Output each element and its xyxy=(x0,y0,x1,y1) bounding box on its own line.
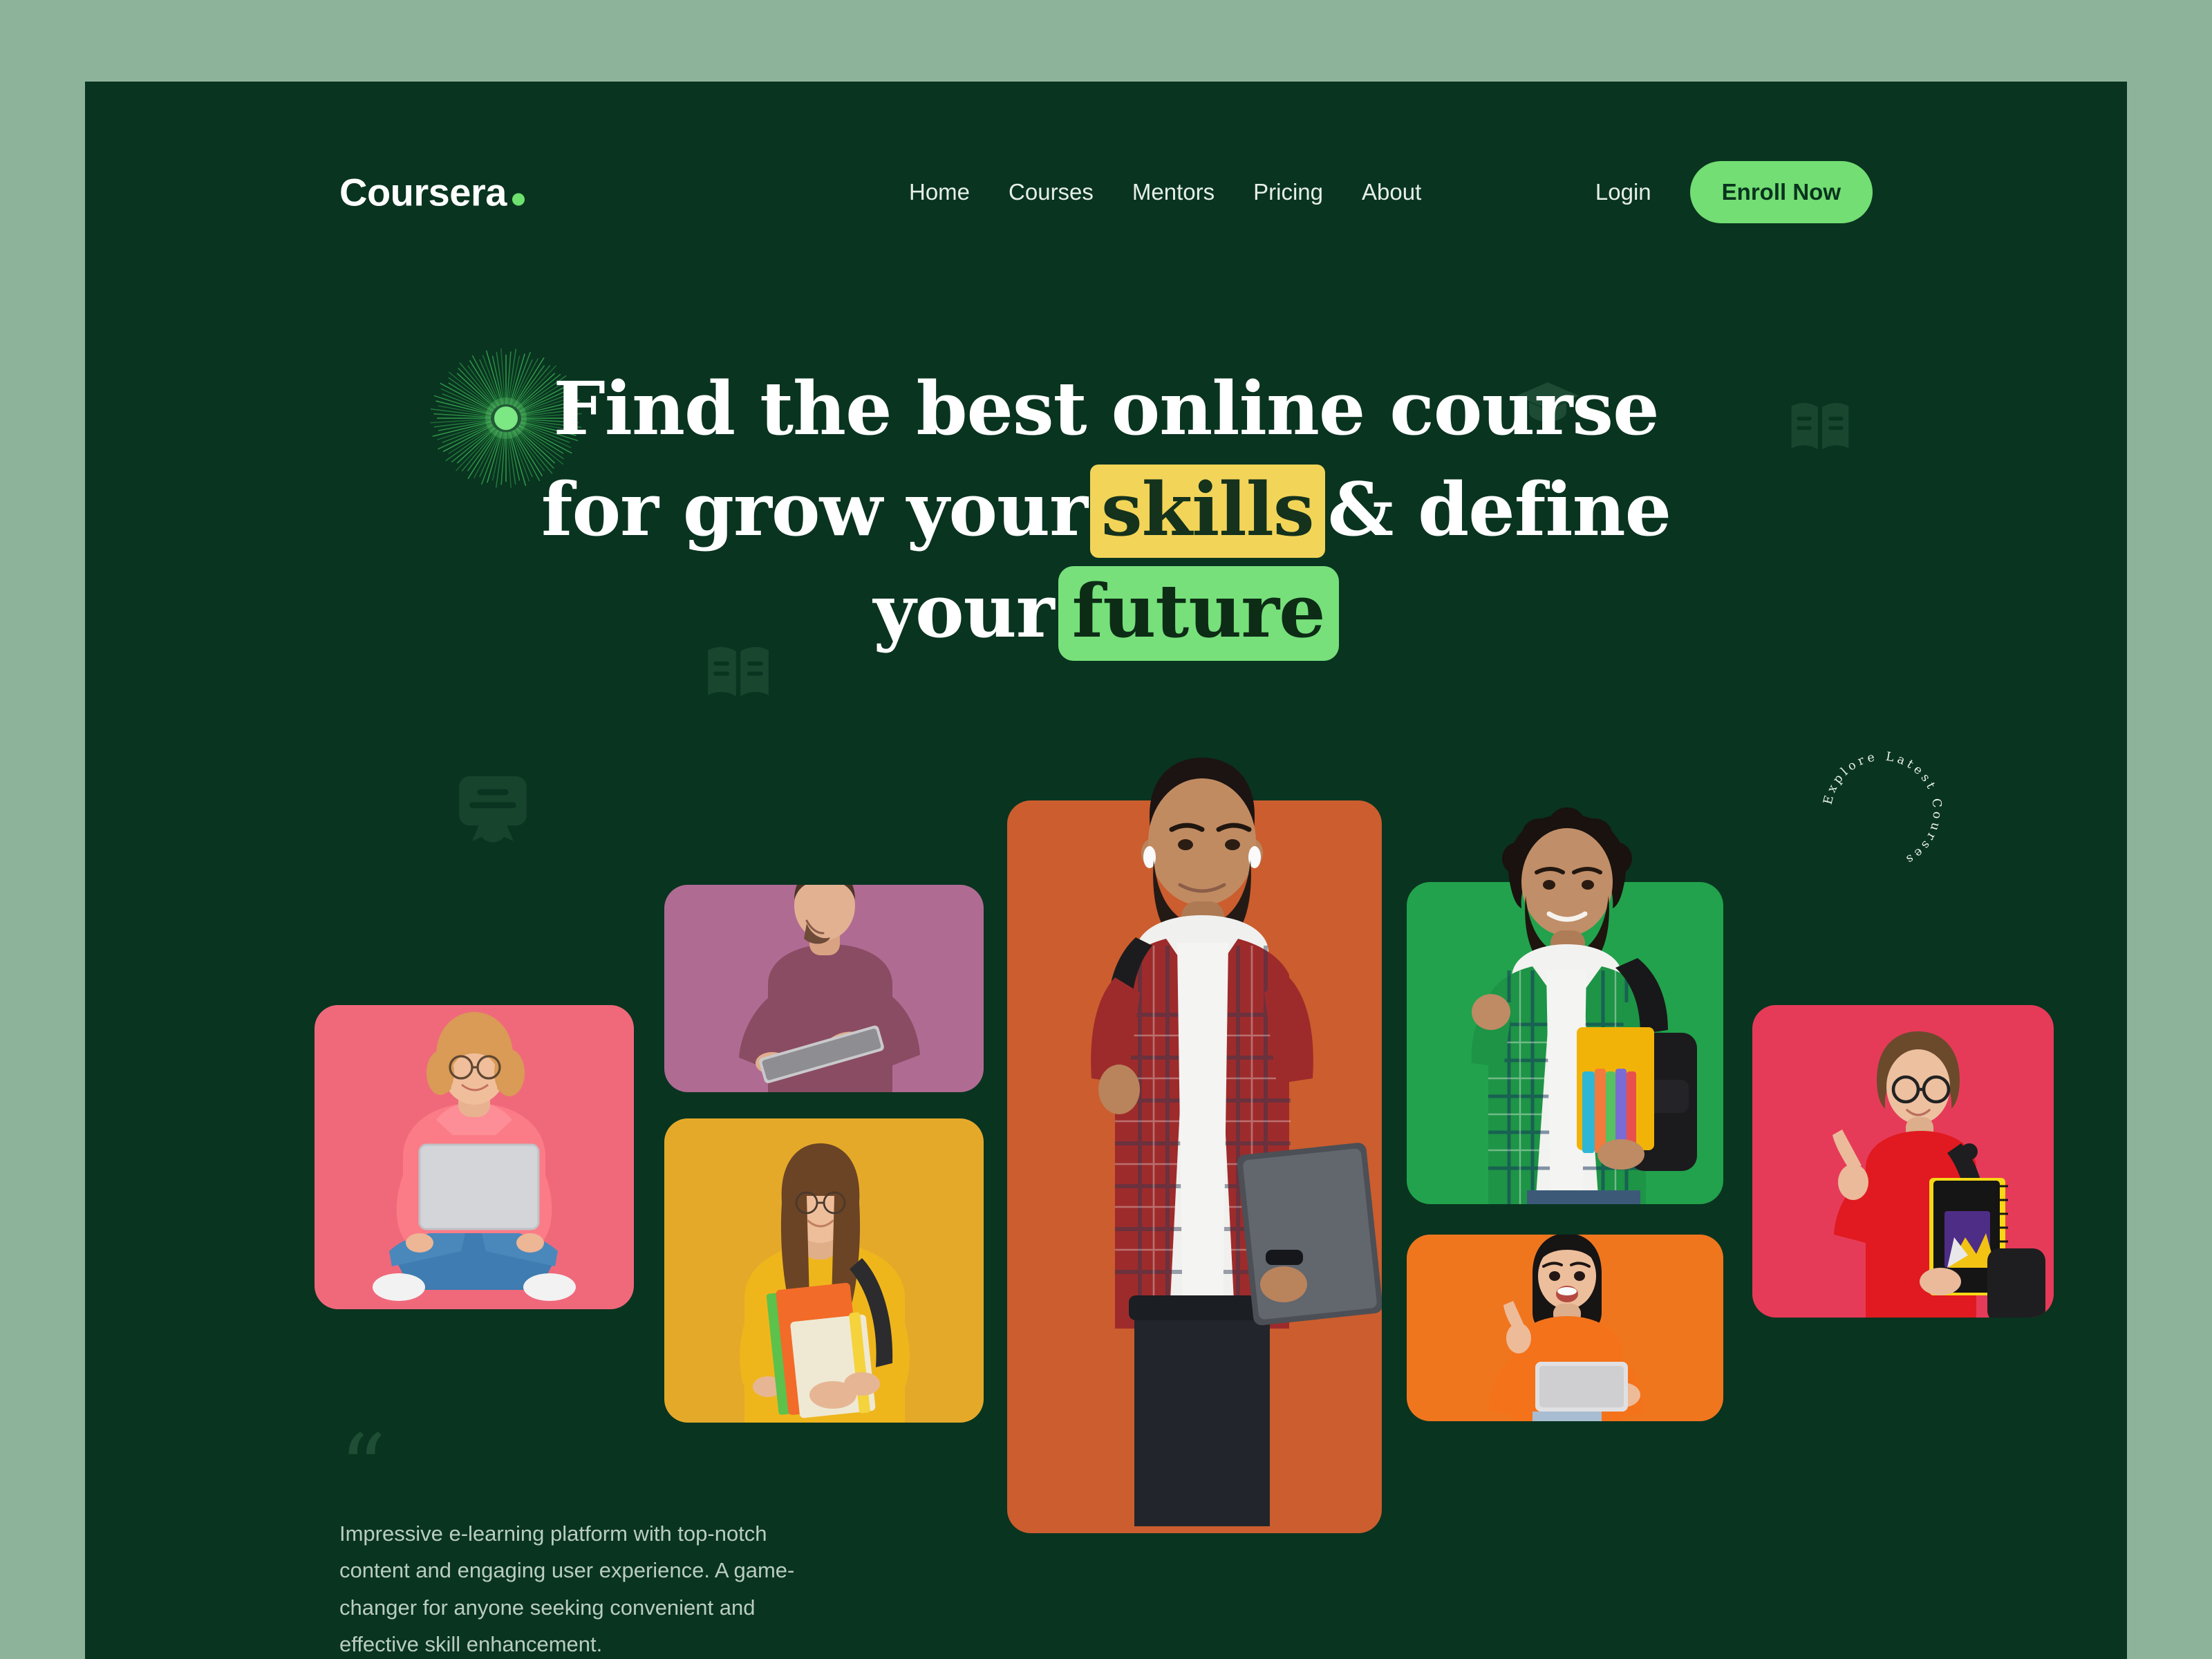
hero-headline: Find the best online course for grow you… xyxy=(85,358,2127,662)
svg-text:Explore Latest Courses: Explore Latest Courses xyxy=(1821,750,1944,868)
testimonial-text: Impressive e-learning platform with top-… xyxy=(339,1521,795,1656)
testimonial-block: “ Impressive e-learning platform with to… xyxy=(339,1415,809,1659)
collage-card-woman-pointing-up[interactable] xyxy=(1752,1005,2054,1318)
brand-logo[interactable]: Coursera xyxy=(339,170,525,215)
explore-latest-courses-badge[interactable]: Explore Latest Courses xyxy=(1810,740,1954,883)
photo-woman-with-laptop xyxy=(373,1012,576,1301)
site-header: Coursera Home Courses Mentors Pricing Ab… xyxy=(85,82,2127,223)
header-actions: Login Enroll Now xyxy=(1595,161,1873,223)
photo-woman-pointing-up xyxy=(1833,1031,2045,1318)
collage-card-man-with-tablet[interactable] xyxy=(664,885,984,1092)
photo-man-with-backpack-and-laptop xyxy=(1091,758,1382,1526)
nav-item-pricing[interactable]: Pricing xyxy=(1253,179,1323,205)
nav-item-about[interactable]: About xyxy=(1362,179,1421,205)
headline-highlight-skills: skills xyxy=(1089,465,1325,559)
landing-page-frame: Coursera Home Courses Mentors Pricing Ab… xyxy=(85,82,2127,1659)
photo-man-with-notebooks xyxy=(1471,807,1697,1204)
collage-card-woman-with-books[interactable] xyxy=(664,1118,984,1423)
headline-line-2: for grow your skills & define xyxy=(85,459,2127,560)
photo-man-with-tablet xyxy=(739,885,920,1092)
headline-line-3-before: your xyxy=(873,567,1054,654)
headline-line-3: your future xyxy=(85,561,2127,662)
login-link[interactable]: Login xyxy=(1595,179,1651,205)
enroll-now-button[interactable]: Enroll Now xyxy=(1689,161,1873,223)
collage-card-woman-with-tablet[interactable] xyxy=(1407,1235,1723,1421)
headline-highlight-future: future xyxy=(1058,565,1339,661)
headline-line-2-before: for grow your xyxy=(541,466,1088,553)
photo-woman-with-tablet xyxy=(1488,1235,1643,1421)
collage-card-woman-with-laptop[interactable] xyxy=(315,1005,634,1309)
quote-mark-icon: “ xyxy=(339,1415,386,1521)
photo-woman-with-books xyxy=(740,1143,910,1423)
headline-line-2-after: & define xyxy=(1327,466,1672,553)
certificate-icon xyxy=(459,776,527,843)
collage-card-man-with-notebooks[interactable] xyxy=(1407,807,1723,1204)
headline-line-1: Find the best online course xyxy=(553,365,1659,451)
dot-icon xyxy=(512,193,525,206)
brand-name: Coursera xyxy=(339,170,507,214)
nav-item-home[interactable]: Home xyxy=(909,179,970,205)
nav-item-courses[interactable]: Courses xyxy=(1009,179,1094,205)
collage-card-man-with-backpack[interactable] xyxy=(1007,758,1382,1533)
primary-nav: Home Courses Mentors Pricing About xyxy=(909,179,1421,205)
nav-item-mentors[interactable]: Mentors xyxy=(1132,179,1215,205)
